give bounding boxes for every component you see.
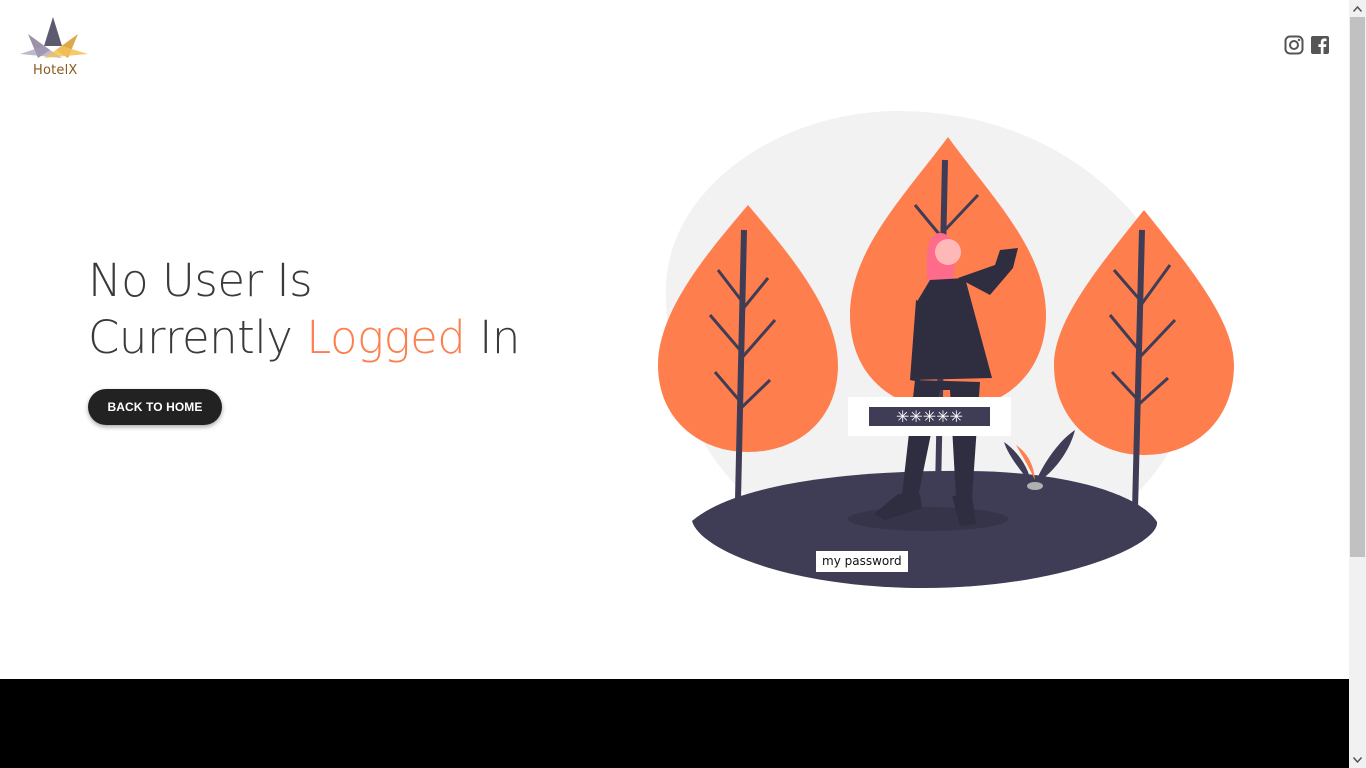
page-title: No User Is Currently Logged In	[88, 252, 520, 366]
scroll-up-button[interactable]	[1349, 0, 1366, 17]
hotelx-logo[interactable]: HotelX	[16, 14, 92, 80]
login-illustration: ✳✳✳✳✳	[658, 110, 1234, 588]
vertical-scrollbar[interactable]	[1349, 0, 1366, 768]
instagram-icon[interactable]	[1284, 35, 1304, 55]
scroll-down-button[interactable]	[1349, 751, 1366, 768]
title-line-1: No User Is	[88, 254, 313, 307]
crown-logo-icon	[20, 17, 88, 58]
social-links	[1284, 35, 1330, 55]
title-line-2-suffix: In	[465, 311, 520, 364]
chevron-down-icon	[1353, 756, 1362, 763]
chevron-up-icon	[1353, 5, 1362, 12]
back-to-home-button[interactable]: BACK TO HOME	[88, 389, 222, 425]
title-line-2-accent: Logged	[306, 311, 466, 364]
footer	[0, 679, 1349, 768]
password-mask: ✳✳✳✳✳	[896, 407, 963, 426]
password-caption: my password	[815, 550, 909, 573]
title-line-2-prefix: Currently	[88, 311, 307, 364]
page: HotelX No User Is Currently Logged In BA…	[0, 0, 1349, 768]
facebook-icon[interactable]	[1310, 35, 1330, 55]
scroll-thumb[interactable]	[1350, 17, 1365, 557]
logo-text: HotelX	[33, 63, 78, 78]
